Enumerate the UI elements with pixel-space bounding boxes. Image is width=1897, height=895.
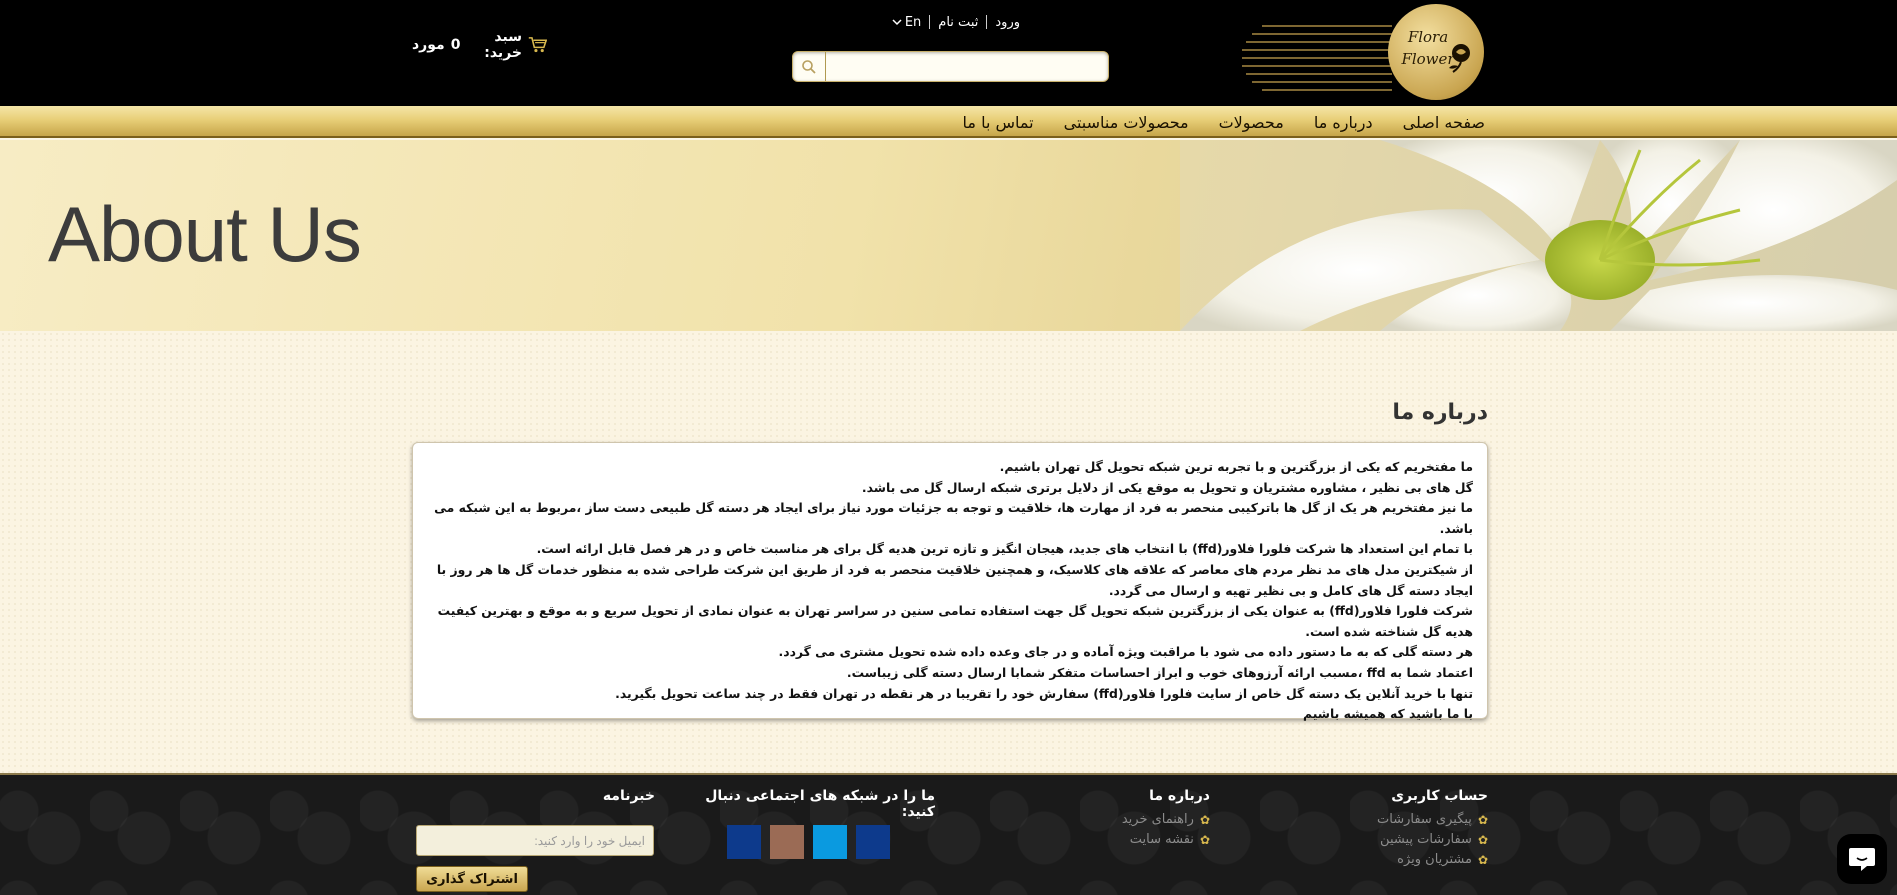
flower-bullet-icon: ✿ <box>1199 833 1210 847</box>
rose-icon <box>1449 44 1470 73</box>
about-text: ما مفتخریم که یکی از بزرگترین و با تجربه… <box>427 457 1473 725</box>
chat-bubble-icon <box>1849 848 1875 871</box>
nav-item-home[interactable]: صفحه اصلی <box>1403 113 1485 132</box>
footer-account-column: حساب کاربری ✿ پیگیری سفارشات ✿ سفارشات پیش… <box>1340 788 1488 870</box>
about-content-box: ما مفتخریم که یکی از بزرگترین و با تجربه… <box>412 442 1488 721</box>
cart-unit: مورد <box>412 37 445 53</box>
login-link[interactable]: ورود <box>995 15 1020 30</box>
main-nav: صفحه اصلی درباره ما محصولات محصولات مناس… <box>0 106 1897 138</box>
footer-link[interactable]: ✿ راهنمای خرید <box>1090 810 1210 830</box>
footer-link-label: مشتریان ویژه <box>1397 852 1472 867</box>
site-footer <box>0 775 1897 895</box>
paragraph: تنها با خرید آنلاین یک دسته گل خاص از سا… <box>615 685 1473 701</box>
footer-account-title: حساب کاربری <box>1391 788 1488 804</box>
nav-item-contact[interactable]: تماس با ما <box>963 113 1034 132</box>
chevron-down-icon <box>892 19 902 26</box>
footer-link[interactable]: ✿ نقشه سایت <box>1090 830 1210 850</box>
footer-link[interactable]: ✿ پیگیری سفارشات <box>1340 810 1488 830</box>
paragraph: اعتماد شما به ffd ،مسبب ارائه آرزوهای خو… <box>846 664 1473 680</box>
footer-about-title: درباره ما <box>1149 788 1210 804</box>
footer-link-label: نقشه سایت <box>1129 832 1194 847</box>
paragraph: گل های بی نظیر ، مشاوره مشتریان و تحویل … <box>861 479 1473 495</box>
paragraph: با تمام این استعداد ها شرکت فلورا فلاور(… <box>536 541 1473 557</box>
paragraph: ما مفتخریم که یکی از بزرگترین و با تجربه… <box>999 459 1473 474</box>
footer-newsletter-title: خبرنامه <box>602 788 655 804</box>
paragraph: ما نیز مفتخریم هر یک از گل ها باترکیبی م… <box>434 500 1473 536</box>
paragraph: هر دسته گلی که به ما دستور داده می شود ب… <box>778 644 1474 660</box>
search-box <box>792 51 1109 82</box>
footer-account-list: ✿ پیگیری سفارشات ✿ سفارشات پیشین ✿ مشتریان … <box>1340 810 1488 870</box>
cart-summary[interactable]: سبد خرید: 0 مورد <box>412 29 547 61</box>
lily-flower-image <box>1180 140 1897 331</box>
linkedin-icon[interactable] <box>856 825 890 859</box>
footer-link[interactable]: ✿ سفارشات پیشین <box>1340 830 1488 850</box>
nav-items: صفحه اصلی درباره ما محصولات محصولات مناس… <box>940 106 1485 138</box>
page-banner: About Us <box>0 140 1897 331</box>
page-title: درباره ما <box>1392 400 1488 425</box>
search-icon <box>802 59 816 74</box>
footer-about-column: درباره ما ✿ راهنمای خرید ✿ نقشه سایت <box>1090 788 1210 850</box>
footer-link[interactable]: ✿ مشتریان ویژه <box>1340 850 1488 870</box>
search-input[interactable] <box>827 52 1108 81</box>
footer-social-title: ما را در شبکه های اجتماعی دنبال کنید: <box>705 788 935 820</box>
footer-newsletter-column: خبرنامه <box>540 788 655 810</box>
flower-bullet-icon: ✿ <box>1477 853 1488 867</box>
facebook-icon[interactable] <box>727 825 761 859</box>
footer-about-list: ✿ راهنمای خرید ✿ نقشه سایت <box>1090 810 1210 850</box>
language-label: En <box>904 14 922 30</box>
paragraph: با ما باشید که همیشه باشیم <box>1303 706 1473 722</box>
flower-bullet-icon: ✿ <box>1477 833 1488 847</box>
site-logo[interactable]: Flora Flower <box>1388 4 1484 100</box>
newsletter-email-input[interactable] <box>416 825 654 856</box>
search-button[interactable] <box>793 52 826 81</box>
social-icons <box>727 825 892 859</box>
cart-label: سبد خرید: <box>484 29 522 61</box>
top-links: ورود ثبت نام En <box>880 12 1020 32</box>
cart-count: 0 <box>450 37 461 53</box>
paragraph: شرکت فلورا فلاور(ffd) به عنوان یکی از بز… <box>437 603 1473 639</box>
footer-link-label: سفارشات پیشین <box>1380 832 1472 847</box>
paragraph: از شیکترین مدل های مد نظر مردم های معاصر… <box>436 561 1473 598</box>
site-header: Flora Flower ورود ثبت نام En سبد خرید: 0… <box>0 0 1897 106</box>
flower-bullet-icon: ✿ <box>1477 813 1488 827</box>
nav-item-about[interactable]: درباره ما <box>1314 113 1373 132</box>
flower-bullet-icon: ✿ <box>1199 813 1210 827</box>
banner-title: About Us <box>48 190 362 278</box>
instagram-icon[interactable] <box>770 825 804 859</box>
divider <box>929 15 931 29</box>
logo-decorative-lines <box>1242 25 1392 91</box>
cart-icon <box>528 37 547 53</box>
footer-link-label: پیگیری سفارشات <box>1377 812 1472 827</box>
chat-widget-button[interactable] <box>1837 834 1887 884</box>
footer-social-column: ما را در شبکه های اجتماعی دنبال کنید: <box>690 788 935 826</box>
divider <box>986 15 988 29</box>
language-selector[interactable]: En <box>892 15 921 30</box>
register-link[interactable]: ثبت نام <box>938 15 978 30</box>
twitter-icon[interactable] <box>813 825 847 859</box>
nav-item-products[interactable]: محصولات <box>1219 113 1284 132</box>
footer-link-label: راهنمای خرید <box>1121 812 1194 827</box>
nav-item-occasion-products[interactable]: محصولات مناسبتی <box>1064 113 1189 132</box>
newsletter-subscribe-button[interactable]: اشتراک گذاری <box>416 866 528 892</box>
